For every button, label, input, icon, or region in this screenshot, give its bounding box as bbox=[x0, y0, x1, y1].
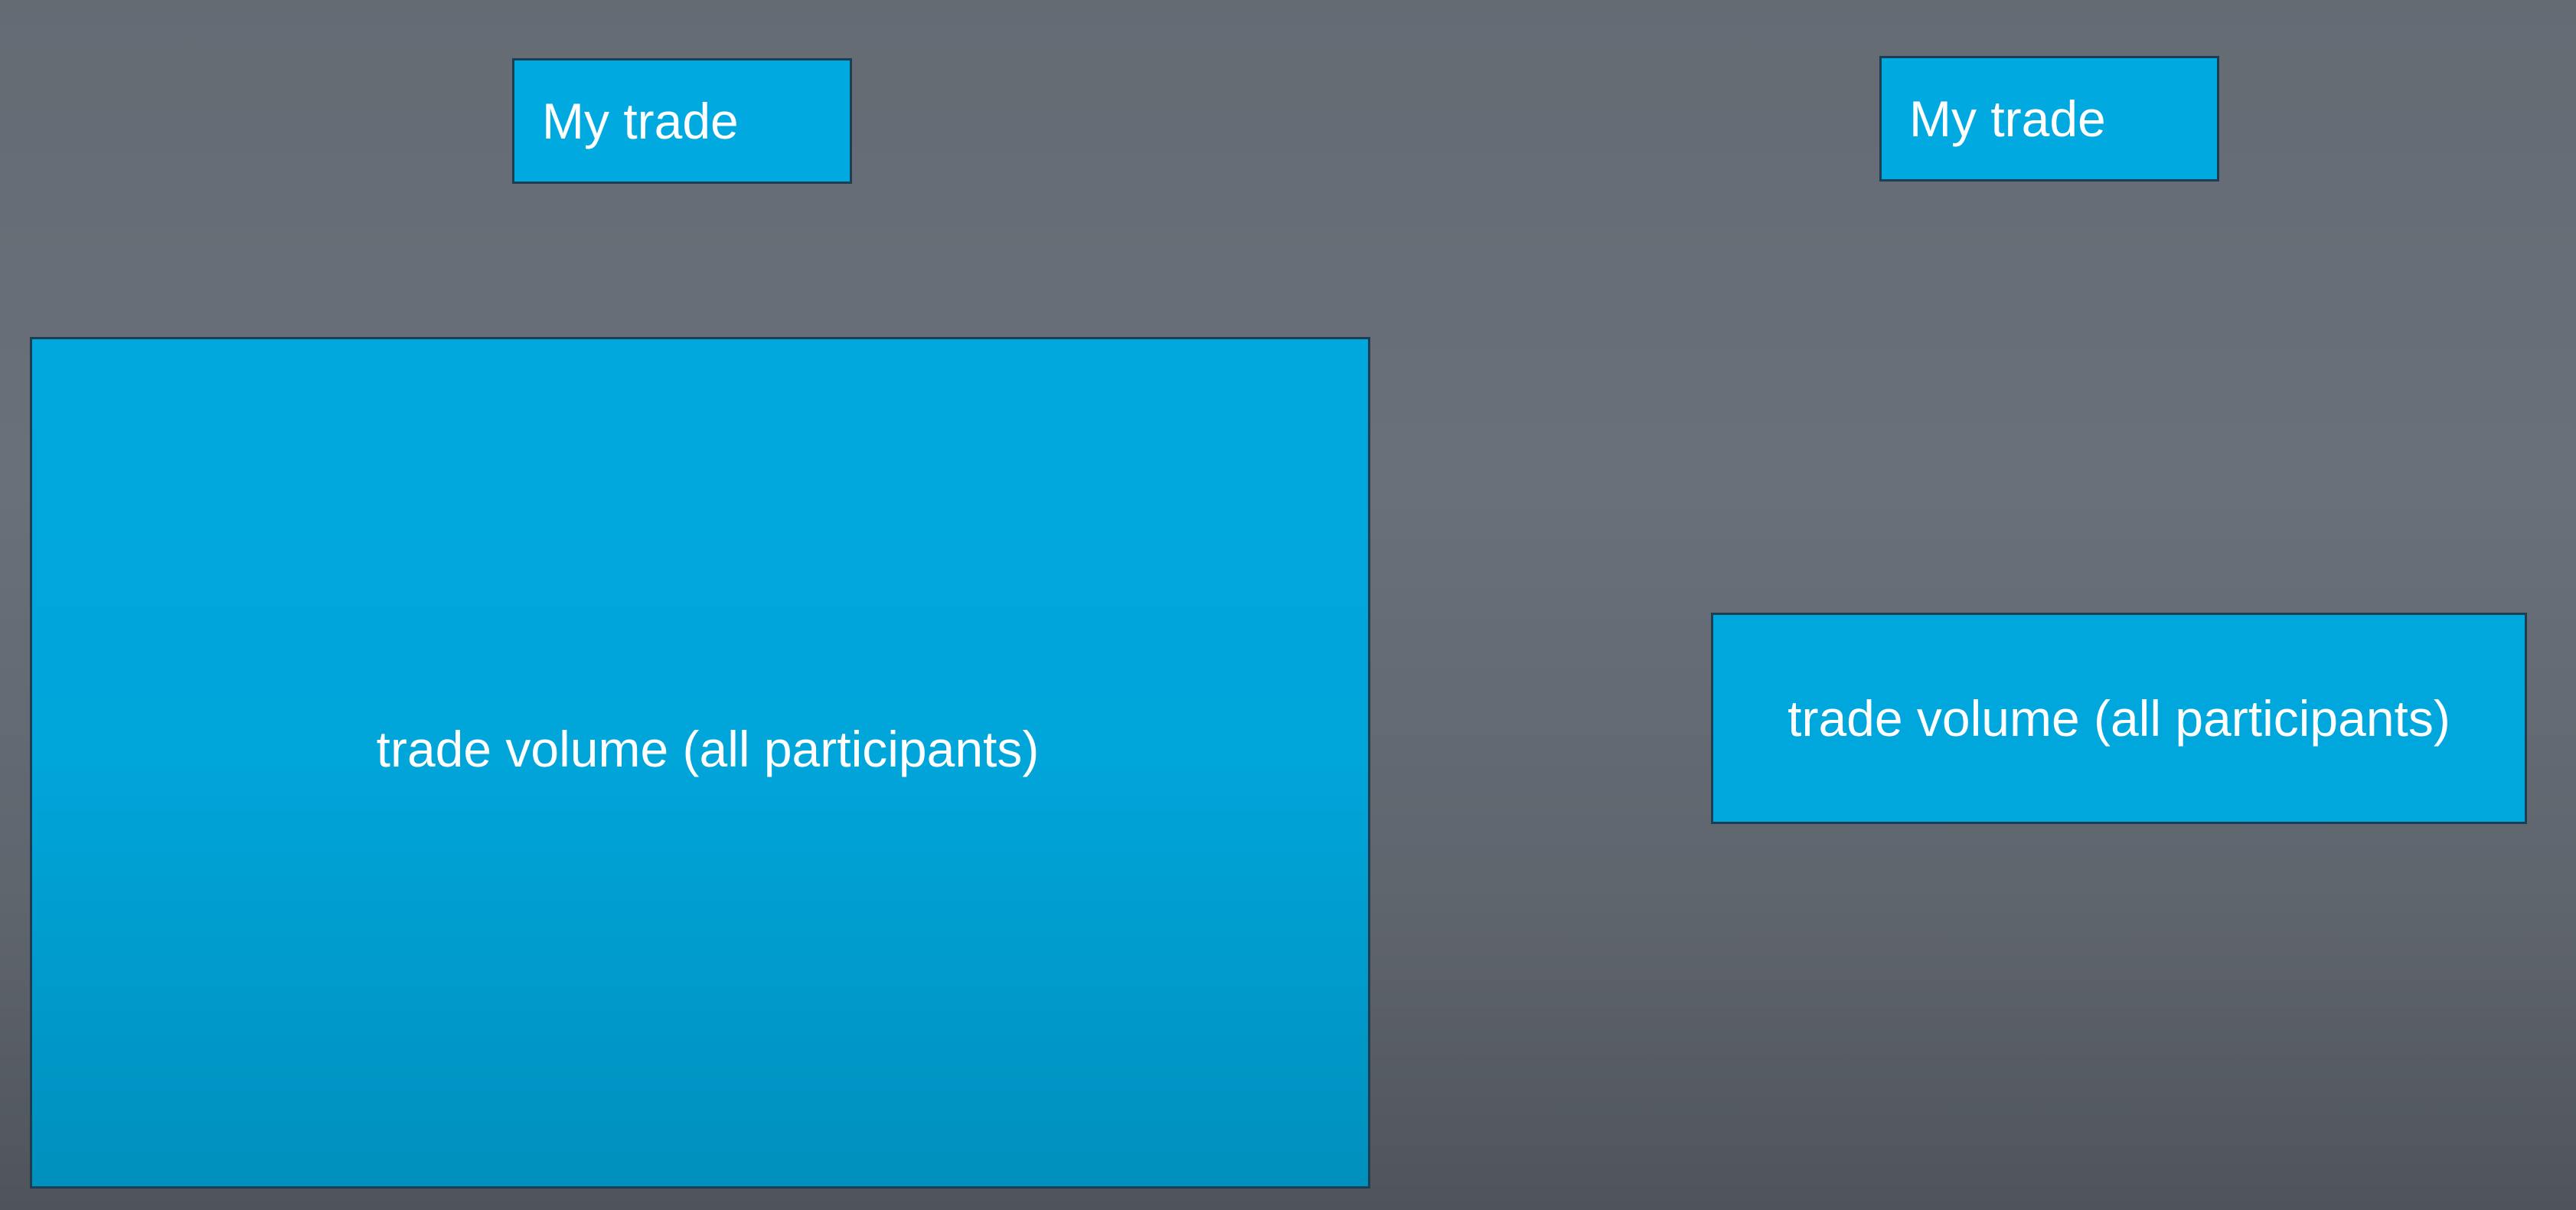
right-my-trade-label: My trade bbox=[1909, 90, 2106, 147]
left-my-trade-box: My trade bbox=[512, 58, 852, 184]
right-trade-volume-label: trade volume (all participants) bbox=[1788, 690, 2450, 747]
left-trade-volume-label: trade volume (all participants) bbox=[376, 721, 1040, 777]
left-my-trade-label: My trade bbox=[542, 93, 739, 149]
left-trade-volume-box: trade volume (all participants) bbox=[30, 337, 1370, 1189]
right-trade-volume-box: trade volume (all participants) bbox=[1711, 613, 2527, 824]
right-my-trade-box: My trade bbox=[1879, 56, 2219, 182]
